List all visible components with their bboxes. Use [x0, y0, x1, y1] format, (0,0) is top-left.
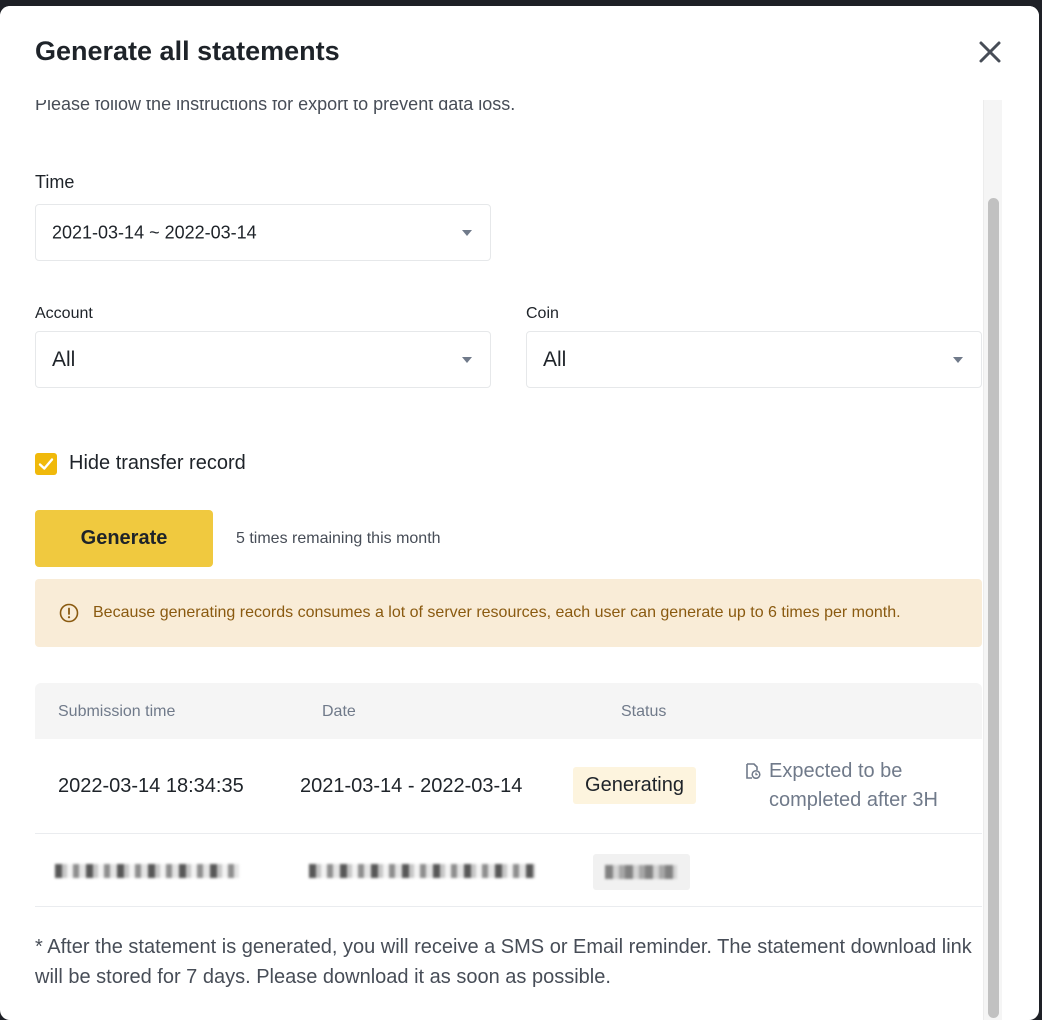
expected-completion-text: Expected to be completed after 3H — [769, 760, 938, 811]
redacted-date — [309, 864, 535, 878]
checkmark-icon — [38, 458, 54, 470]
info-circle-icon — [59, 603, 79, 623]
coin-select[interactable]: All — [526, 331, 982, 388]
column-header-date: Date — [322, 703, 356, 720]
scrollbar[interactable] — [983, 100, 1002, 1020]
notice-text: Because generating records consumes a lo… — [93, 604, 901, 621]
hide-transfer-checkbox[interactable] — [35, 453, 57, 475]
date-cell: 2021-03-14 - 2022-03-14 — [300, 775, 523, 797]
notice-banner: Because generating records consumes a lo… — [35, 579, 982, 647]
redacted-submission-time — [55, 864, 239, 878]
redacted-status — [605, 865, 677, 879]
hide-transfer-label: Hide transfer record — [69, 452, 246, 474]
close-icon — [979, 41, 1001, 63]
modal-title: Generate all statements — [35, 36, 340, 66]
caret-down-icon — [462, 229, 472, 236]
column-header-submission-time: Submission time — [58, 703, 176, 720]
modal-header: Generate all statements — [0, 6, 1039, 100]
account-label: Account — [35, 305, 93, 322]
close-button[interactable] — [977, 39, 1003, 65]
generate-statements-modal: Generate all statements Please follow th… — [0, 6, 1039, 1020]
modal-body: Please follow the instructions for expor… — [0, 100, 1005, 1020]
caret-down-icon — [462, 356, 472, 363]
coin-select-value: All — [543, 347, 567, 371]
time-select-value: 2021-03-14 ~ 2022-03-14 — [52, 222, 257, 242]
redacted-status-badge — [593, 854, 690, 890]
generate-button[interactable]: Generate — [35, 510, 213, 567]
column-header-status: Status — [621, 703, 667, 720]
remaining-count-text: 5 times remaining this month — [236, 530, 441, 547]
status-badge: Generating — [573, 767, 696, 804]
statements-table-header: Submission time Date Status — [35, 683, 982, 739]
time-select[interactable]: 2021-03-14 ~ 2022-03-14 — [35, 204, 491, 261]
table-row-redacted — [35, 834, 982, 907]
scrollbar-thumb[interactable] — [988, 198, 999, 1018]
table-row: 2022-03-14 18:34:35 2021-03-14 - 2022-03… — [35, 739, 982, 834]
caret-down-icon — [953, 356, 963, 363]
time-label: Time — [35, 172, 75, 192]
account-select-value: All — [52, 347, 76, 371]
coin-label: Coin — [526, 305, 559, 322]
account-select[interactable]: All — [35, 331, 491, 388]
intro-text: Please follow the instructions for expor… — [35, 100, 516, 114]
footnote-text: * After the statement is generated, you … — [35, 936, 972, 988]
submission-time-cell: 2022-03-14 18:34:35 — [58, 775, 244, 797]
document-clock-icon — [745, 763, 761, 779]
